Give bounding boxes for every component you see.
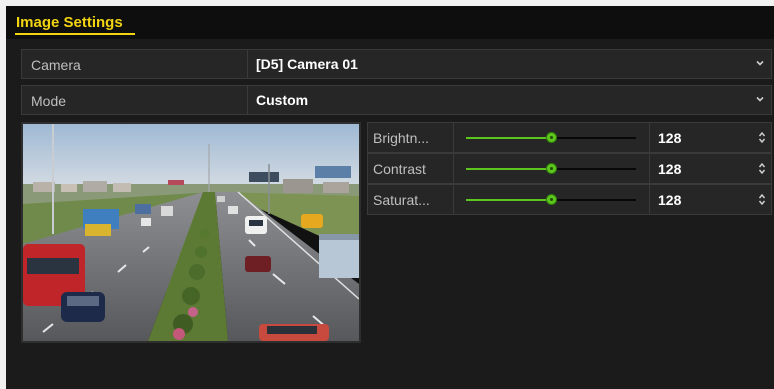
contrast-value[interactable]: 128 <box>658 161 681 177</box>
brightness-slider-handle[interactable] <box>546 132 557 143</box>
title-bar: Image Settings <box>6 6 774 39</box>
camera-select-row[interactable]: Camera [D5] Camera 01 <box>21 49 772 79</box>
brightness-value[interactable]: 128 <box>658 130 681 146</box>
title-underline <box>15 33 135 35</box>
row-divider <box>649 154 650 183</box>
contrast-label: Contrast <box>373 161 426 177</box>
row-divider <box>649 185 650 214</box>
page-title: Image Settings <box>16 14 123 31</box>
row-divider <box>453 154 454 183</box>
brightness-label: Brightn... <box>373 130 430 146</box>
mode-label: Mode <box>31 93 67 109</box>
row-divider <box>649 123 650 152</box>
row-divider <box>247 86 248 114</box>
camera-label: Camera <box>31 57 81 73</box>
camera-value[interactable]: [D5] Camera 01 <box>256 56 358 72</box>
brightness-row: Brightn... 128 <box>367 122 772 153</box>
contrast-slider-handle[interactable] <box>546 163 557 174</box>
row-divider <box>453 185 454 214</box>
contrast-slider[interactable] <box>466 163 636 174</box>
brightness-slider-fill <box>466 137 551 139</box>
saturation-row: Saturat... 128 <box>367 184 772 215</box>
saturation-slider-handle[interactable] <box>546 194 557 205</box>
saturation-label: Saturat... <box>373 192 430 208</box>
camera-preview-image <box>23 124 359 341</box>
saturation-slider[interactable] <box>466 194 636 205</box>
up-down-spinner-icon[interactable] <box>757 192 767 207</box>
mode-value[interactable]: Custom <box>256 92 308 108</box>
up-down-spinner-icon[interactable] <box>757 130 767 145</box>
row-divider <box>247 50 248 78</box>
image-settings-window: Image Settings Camera [D5] Camera 01 Mod… <box>6 6 774 389</box>
contrast-row: Contrast 128 <box>367 153 772 184</box>
camera-preview <box>21 122 361 343</box>
saturation-value[interactable]: 128 <box>658 192 681 208</box>
brightness-slider[interactable] <box>466 132 636 143</box>
saturation-slider-fill <box>466 199 551 201</box>
up-down-spinner-icon[interactable] <box>757 161 767 176</box>
row-divider <box>453 123 454 152</box>
chevron-down-icon[interactable] <box>755 58 765 68</box>
contrast-slider-fill <box>466 168 551 170</box>
mode-select-row[interactable]: Mode Custom <box>21 85 772 115</box>
chevron-down-icon[interactable] <box>755 94 765 104</box>
